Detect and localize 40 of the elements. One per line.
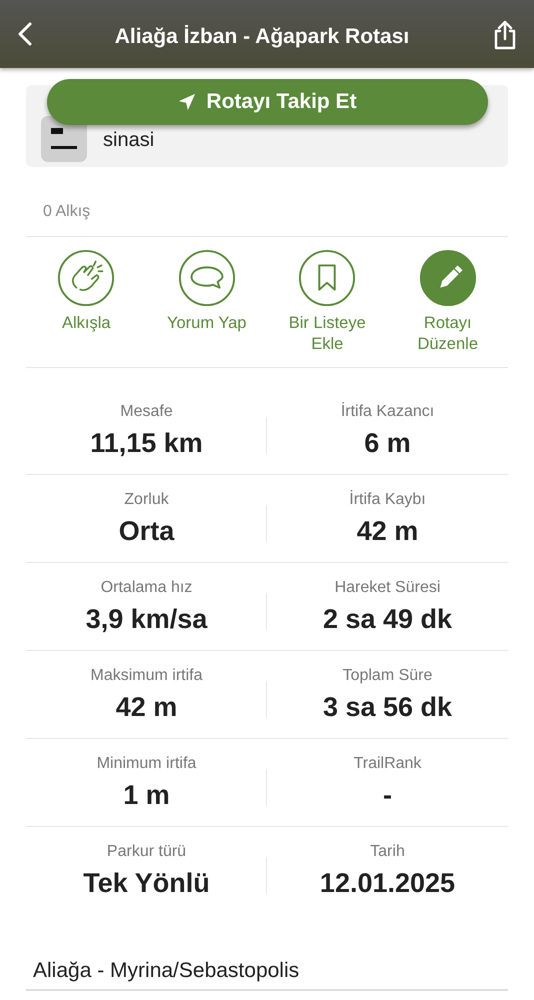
stat-value: 3 sa 56 dk <box>322 692 452 722</box>
stat-value: 6 m <box>364 428 411 458</box>
stat-label: Parkur türü <box>106 843 186 861</box>
action-button[interactable]: Bir Listeye Ekle <box>267 249 388 355</box>
comment-icon <box>178 249 236 307</box>
back-icon[interactable] <box>18 22 32 46</box>
stat-label: Ortalama hız <box>100 578 192 596</box>
follow-route-button[interactable]: Rotayı Takip Et <box>47 79 488 125</box>
action-button[interactable]: Rotayı Düzenle <box>388 249 508 355</box>
stat-value: Orta <box>118 516 174 546</box>
stat-label: Minimum irtifa <box>96 754 196 772</box>
action-button[interactable]: Yorum Yap <box>146 249 267 355</box>
stat-value: 12.01.2025 <box>320 868 456 899</box>
stat-value: 1 m <box>123 780 170 810</box>
navigation-arrow-icon <box>178 93 196 111</box>
bookmark-icon <box>298 249 356 307</box>
stat-value: 3,9 km/sa <box>86 604 208 634</box>
stat-label: İrtifa Kaybı <box>349 490 426 508</box>
clap-count: 0 Alkış <box>26 167 508 237</box>
pencil-icon <box>418 249 477 307</box>
author-name: sinasi <box>103 128 154 152</box>
share-icon[interactable] <box>492 20 518 50</box>
stat-value: 42 m <box>356 516 418 546</box>
stat-label: Tarih <box>370 843 405 861</box>
stat-label: Hareket Süresi <box>334 578 440 596</box>
action-button[interactable]: Alkışla <box>26 249 146 355</box>
stat-label: Mesafe <box>120 402 173 420</box>
stat-label: Maksimum irtifa <box>90 666 202 684</box>
stat-value: Tek Yönlü <box>83 868 210 899</box>
stat-label: Zorluk <box>124 490 169 508</box>
clap-icon <box>57 249 116 307</box>
stat-value: - <box>383 780 392 810</box>
stat-label: TrailRank <box>354 754 422 772</box>
stat-value: 42 m <box>116 692 178 722</box>
stat-value: 2 sa 49 dk <box>322 604 452 634</box>
screen-title: Aliağa İzban - Ağapark Rotası <box>114 25 410 49</box>
route-description: Aliağa - Myrina/Sebastopolis <box>26 959 508 991</box>
stat-value: 11,15 km <box>90 428 203 458</box>
stat-label: İrtifa Kazancı <box>340 402 434 420</box>
stat-label: Toplam Süre <box>342 666 432 684</box>
